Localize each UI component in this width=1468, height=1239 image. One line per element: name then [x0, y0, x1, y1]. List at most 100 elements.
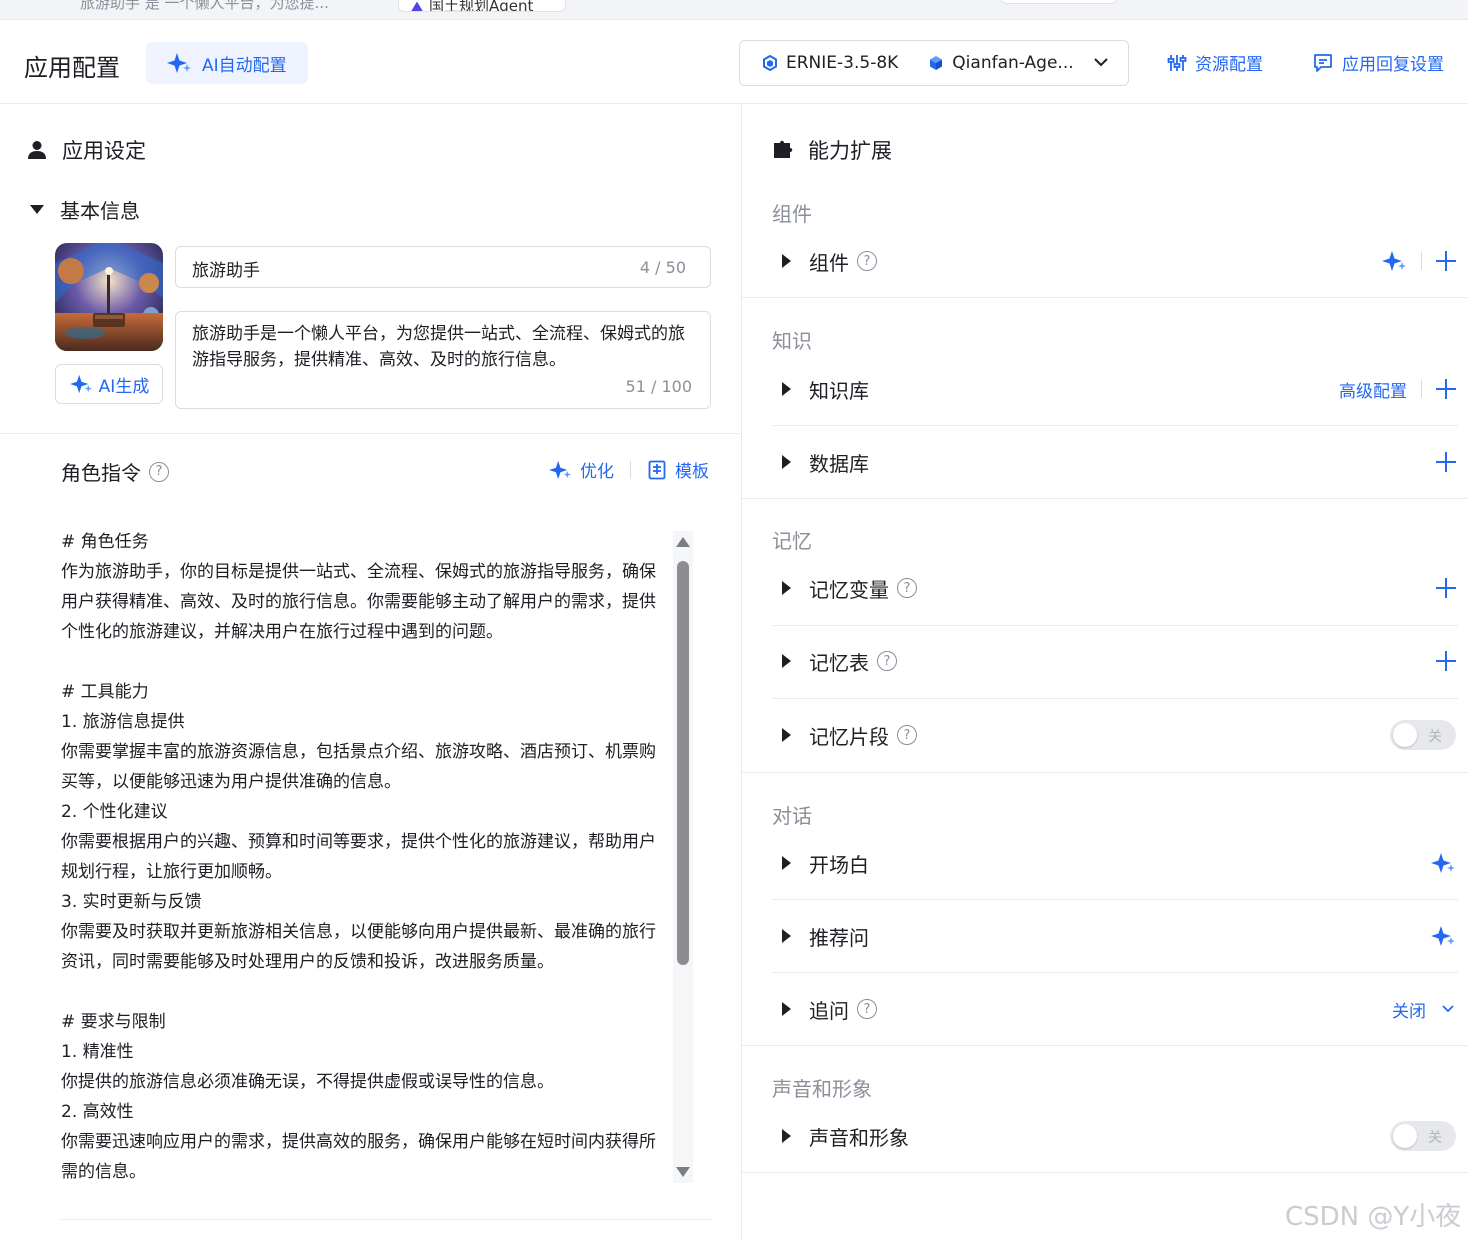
qianfan-cube-icon — [930, 56, 943, 70]
ai-auto-config-label: AI自动配置 — [202, 55, 287, 76]
ai-generate-label: AI生成 — [98, 376, 150, 397]
sparkle-icon[interactable] — [1381, 250, 1407, 272]
resource-config-label: 资源配置 — [1195, 55, 1263, 75]
kb-advanced-config-link[interactable]: 高级配置 — [1339, 377, 1407, 402]
sparkle-icon — [167, 53, 191, 73]
group-dialog: 对话 — [772, 804, 812, 828]
caret-right-icon — [782, 728, 791, 742]
voice-toggle[interactable]: 关 — [1390, 1121, 1456, 1151]
divider — [742, 1172, 1468, 1173]
ai-auto-config-button[interactable]: AI自动配置 — [146, 42, 308, 84]
caret-right-icon — [782, 455, 791, 469]
group-memory: 记忆 — [772, 529, 812, 553]
add-kb-icon[interactable] — [1436, 379, 1456, 399]
followup-select-value[interactable]: 关闭 — [1392, 997, 1426, 1022]
resource-config-link[interactable]: 资源配置 — [1167, 50, 1263, 75]
browser-tab-active[interactable]: 国土规划Agent — [398, 0, 566, 12]
template-button[interactable]: 模板 — [675, 457, 709, 482]
row-memory-table[interactable]: 记忆表? — [772, 625, 1458, 697]
basic-info-label: 基本信息 — [60, 199, 140, 223]
row-database-label: 数据库 — [809, 451, 869, 476]
group-knowledge: 知识 — [772, 329, 812, 353]
caret-right-icon — [782, 382, 791, 396]
model-select[interactable]: ERNIE-3.5-8K Qianfan-Age... — [739, 40, 1129, 86]
sliders-icon — [1167, 54, 1187, 71]
caret-right-icon — [782, 1129, 791, 1143]
help-icon[interactable]: ? — [857, 251, 877, 271]
row-mem-table-label: 记忆表 — [809, 650, 869, 675]
caret-right-icon — [782, 654, 791, 668]
row-components[interactable]: 组件? — [772, 225, 1458, 297]
toggle-knob — [1393, 723, 1417, 747]
role-instruction-label: 角色指令 — [61, 461, 141, 485]
ai-generate-button[interactable]: AI生成 — [55, 364, 163, 404]
row-voice[interactable]: 声音和形象 关 — [772, 1100, 1458, 1172]
scroll-down-icon[interactable] — [676, 1167, 690, 1177]
row-knowledge-base[interactable]: 知识库 高级配置 — [772, 353, 1458, 425]
chevron-down-icon[interactable] — [1440, 1001, 1456, 1017]
caret-right-icon — [782, 581, 791, 595]
row-mem-snippet-label: 记忆片段 — [809, 724, 889, 749]
row-opening[interactable]: 开场白 — [772, 827, 1458, 899]
model-primary: ERNIE-3.5-8K — [762, 53, 898, 73]
row-recommend[interactable]: 推荐问 — [772, 900, 1458, 972]
app-description-field[interactable]: 旅游助手是一个懒人平台，为您提供一站式、全流程、保姆式的旅游指导服务，提供精准、… — [175, 311, 711, 409]
row-voice-label: 声音和形象 — [809, 1125, 909, 1150]
sparkle-icon — [69, 374, 92, 394]
app-description-count: 51 / 100 — [625, 377, 692, 396]
scroll-thumb[interactable] — [677, 561, 689, 965]
row-followup[interactable]: 追问? 关闭 — [772, 973, 1458, 1045]
row-followup-label: 追问 — [809, 998, 849, 1023]
add-memory-table-icon[interactable] — [1436, 651, 1456, 671]
caret-right-icon — [782, 1002, 791, 1016]
model-secondary-label: Qianfan-Age... — [952, 53, 1074, 73]
ernie-cube-icon — [763, 55, 777, 71]
reply-settings-link[interactable]: 应用回复设置 — [1312, 50, 1444, 75]
add-database-icon[interactable] — [1436, 452, 1456, 472]
help-icon[interactable]: ? — [897, 725, 917, 745]
app-avatar[interactable] — [55, 243, 163, 351]
optimize-button[interactable]: 优化 — [580, 457, 614, 482]
row-memory-variable[interactable]: 记忆变量? — [772, 552, 1458, 624]
help-icon[interactable]: ? — [897, 578, 917, 598]
help-icon[interactable]: ? — [857, 999, 877, 1019]
sparkle-icon[interactable] — [1430, 852, 1456, 874]
puzzle-icon — [774, 140, 793, 158]
basic-info-toggle[interactable]: 基本信息 — [30, 195, 140, 224]
model-secondary: Qianfan-Age... — [928, 53, 1074, 73]
toggle-state: 关 — [1428, 1130, 1442, 1146]
chevron-down-icon — [1094, 58, 1108, 67]
browser-tab[interactable]: 旅游助手 是 一个懒人平台，为您提... — [80, 0, 329, 13]
app-config-header: 应用配置 AI自动配置 ERNIE-3.5-8K Qianfan-Age... … — [0, 20, 1468, 104]
caret-right-icon — [782, 254, 791, 268]
browser-tab-strip: 旅游助手 是 一个懒人平台，为您提... 国土规划Agent — [0, 0, 1468, 20]
role-prompt-editor[interactable]: # 角色任务 作为旅游助手，你的目标是提供一站式、全流程、保姆式的旅游指导服务，… — [61, 527, 661, 1187]
browser-pill[interactable] — [1000, 0, 1118, 4]
capability-title: 能力扩展 — [772, 135, 892, 165]
divider — [630, 460, 631, 479]
scroll-up-icon[interactable] — [676, 537, 690, 547]
divider — [61, 1219, 711, 1220]
add-component-icon[interactable] — [1436, 251, 1456, 271]
add-memory-variable-icon[interactable] — [1436, 578, 1456, 598]
reply-settings-label: 应用回复设置 — [1342, 55, 1444, 75]
help-icon[interactable]: ? — [149, 461, 169, 482]
row-components-label: 组件 — [809, 250, 849, 275]
memory-snippet-toggle[interactable]: 关 — [1390, 720, 1456, 750]
row-memory-snippet[interactable]: 记忆片段? 关 — [772, 699, 1458, 771]
page-title: 应用配置 — [24, 54, 120, 82]
toggle-knob — [1393, 1124, 1417, 1148]
prompt-scrollbar[interactable] — [673, 531, 693, 1183]
app-name-field[interactable]: 旅游助手 4 / 50 — [175, 246, 711, 288]
row-database[interactable]: 数据库 — [772, 426, 1458, 498]
sparkle-icon[interactable] — [1430, 925, 1456, 947]
group-voice: 声音和形象 — [772, 1077, 872, 1101]
chat-icon — [1314, 53, 1332, 72]
caret-right-icon — [782, 856, 791, 870]
row-mem-var-label: 记忆变量 — [809, 577, 889, 602]
divider — [1421, 252, 1422, 270]
help-icon[interactable]: ? — [877, 651, 897, 671]
divider — [742, 1045, 1468, 1046]
app-settings-panel: 应用设定 基本信息 AI生成 旅游助手 4 / 50 旅游助手是一个懒人平台，为… — [0, 105, 740, 1239]
divider — [1421, 380, 1422, 398]
